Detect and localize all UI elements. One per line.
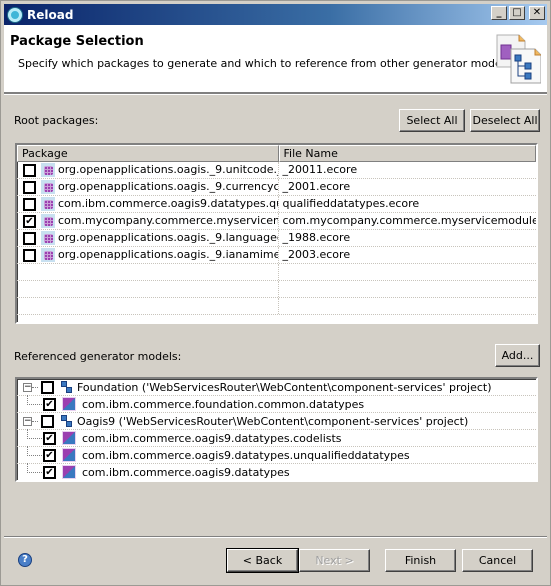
file-name-cell: com.mycompany.commerce.myservicemodulena… bbox=[282, 214, 537, 227]
package-cell: org.openapplications.oagis._9.languageco… bbox=[17, 230, 279, 246]
package-icon bbox=[41, 231, 55, 245]
deselect-all-button[interactable]: Deselect All bbox=[470, 109, 540, 132]
package-cell: ✔ com.mycompany.commerce.myservicemod... bbox=[17, 213, 279, 229]
minimize-button[interactable]: _ bbox=[491, 6, 507, 20]
package-checkbox[interactable] bbox=[23, 197, 36, 211]
file-name-cell: _20011.ecore bbox=[282, 163, 358, 176]
close-button[interactable]: ✕ bbox=[529, 6, 545, 20]
tree-node-package[interactable]: ✔ com.ibm.commerce.oagis9.datatypes.codel… bbox=[17, 429, 536, 447]
page-description: Specify which packages to generate and w… bbox=[18, 57, 511, 70]
package-icon bbox=[41, 180, 55, 194]
file-name-cell: qualifieddatatypes.ecore bbox=[282, 197, 420, 210]
gen-package-icon bbox=[62, 431, 76, 445]
model-checkbox[interactable] bbox=[41, 414, 54, 428]
package-label: com.ibm.commerce.oagis9.datatypes bbox=[82, 465, 290, 479]
table-row[interactable]: org.openapplications.oagis._9.languageco… bbox=[17, 230, 536, 247]
package-label: com.ibm.commerce.foundation.common.datat… bbox=[82, 397, 365, 411]
model-checkbox[interactable] bbox=[41, 380, 54, 394]
tree-node-package[interactable]: ✔ com.ibm.commerce.oagis9.datatypes.unqua… bbox=[17, 446, 536, 464]
package-name: org.openapplications.oagis._9.currencyco… bbox=[58, 180, 279, 193]
root-packages-label: Root packages: bbox=[14, 114, 99, 127]
referenced-models-tree[interactable]: − Foundation ('WebServicesRouter\WebConte… bbox=[15, 377, 538, 482]
package-name: com.ibm.commerce.oagis9.datatypes.quali.… bbox=[58, 197, 278, 210]
package-checkbox[interactable]: ✔ bbox=[43, 465, 56, 479]
page-title: Package Selection bbox=[10, 34, 144, 49]
table-row[interactable]: com.ibm.commerce.oagis9.datatypes.quali.… bbox=[17, 196, 536, 213]
package-checkbox[interactable] bbox=[23, 231, 36, 245]
table-row[interactable]: org.openapplications.oagis._9.ianamime.m… bbox=[17, 247, 536, 264]
tree-node-package[interactable]: ✔ com.ibm.commerce.foundation.common.data… bbox=[17, 395, 536, 413]
footer-separator bbox=[4, 536, 547, 538]
root-packages-table[interactable]: Package File Name org.openapplications.o… bbox=[15, 143, 538, 324]
package-cell: org.openapplications.oagis._9.ianamime.m… bbox=[17, 247, 279, 263]
maximize-button[interactable]: □ bbox=[509, 6, 525, 20]
table-header: Package File Name bbox=[17, 145, 536, 162]
tree-node-model[interactable]: − Oagis9 ('WebServicesRouter\WebContent\c… bbox=[17, 413, 536, 430]
column-header-package[interactable]: Package bbox=[17, 145, 279, 162]
reload-dialog: Reload _ □ ✕ Package Selection Specify w… bbox=[0, 0, 551, 586]
header-separator bbox=[4, 93, 547, 95]
file-name-cell: _1988.ecore bbox=[282, 231, 351, 244]
package-name: org.openapplications.oagis._9.ianamime.m… bbox=[58, 248, 278, 261]
cancel-button[interactable]: Cancel bbox=[462, 549, 533, 572]
package-label: com.ibm.commerce.oagis9.datatypes.codeli… bbox=[82, 431, 342, 445]
table-row[interactable]: org.openapplications.oagis._9.unitcode._… bbox=[17, 162, 536, 179]
package-checkbox[interactable]: ✔ bbox=[43, 431, 56, 445]
generator-model-icon bbox=[59, 380, 73, 394]
window-title: Reload bbox=[27, 7, 74, 22]
package-checkbox[interactable]: ✔ bbox=[43, 448, 56, 462]
finish-button[interactable]: Finish bbox=[385, 549, 456, 572]
collapse-icon[interactable]: − bbox=[23, 382, 32, 392]
next-button[interactable]: Next > bbox=[299, 549, 370, 572]
title-bar[interactable]: Reload _ □ ✕ bbox=[4, 4, 547, 25]
gen-package-icon bbox=[62, 465, 76, 479]
package-wizard-icon bbox=[496, 34, 541, 84]
help-icon[interactable]: ? bbox=[18, 553, 32, 567]
model-label: Oagis9 ('WebServicesRouter\WebContent\co… bbox=[77, 414, 469, 428]
collapse-icon[interactable]: − bbox=[23, 416, 32, 426]
package-icon bbox=[41, 197, 55, 211]
package-checkbox[interactable] bbox=[23, 163, 36, 177]
generator-model-icon bbox=[59, 414, 73, 428]
table-row[interactable]: org.openapplications.oagis._9.currencyco… bbox=[17, 179, 536, 196]
package-name: com.mycompany.commerce.myservicemod... bbox=[58, 214, 278, 227]
add-button[interactable]: Add... bbox=[495, 344, 540, 367]
select-all-button[interactable]: Select All bbox=[399, 109, 465, 132]
package-cell: com.ibm.commerce.oagis9.datatypes.quali.… bbox=[17, 196, 279, 212]
package-checkbox[interactable]: ✔ bbox=[43, 397, 56, 411]
table-row[interactable]: ✔ com.mycompany.commerce.myservicemod... c… bbox=[17, 213, 536, 230]
package-icon bbox=[41, 163, 55, 177]
column-header-file-name[interactable]: File Name bbox=[278, 145, 536, 162]
package-checkbox[interactable]: ✔ bbox=[23, 214, 36, 228]
package-label: com.ibm.commerce.oagis9.datatypes.unqual… bbox=[82, 448, 410, 462]
package-name: org.openapplications.oagis._9.languageco… bbox=[58, 231, 279, 244]
tree-node-package[interactable]: ✔ com.ibm.commerce.oagis9.datatypes bbox=[17, 463, 536, 480]
package-cell: org.openapplications.oagis._9.currencyco… bbox=[17, 179, 279, 195]
package-cell: org.openapplications.oagis._9.unitcode._… bbox=[17, 162, 279, 178]
gen-package-icon bbox=[62, 397, 76, 411]
package-name: org.openapplications.oagis._9.unitcode._… bbox=[58, 163, 279, 176]
referenced-models-label: Referenced generator models: bbox=[14, 350, 182, 363]
model-label: Foundation ('WebServicesRouter\WebConten… bbox=[77, 380, 492, 394]
tree-node-model[interactable]: − Foundation ('WebServicesRouter\WebConte… bbox=[17, 379, 536, 396]
file-name-cell: _2003.ecore bbox=[282, 248, 351, 261]
package-icon bbox=[41, 248, 55, 262]
package-checkbox[interactable] bbox=[23, 180, 36, 194]
gen-package-icon bbox=[62, 448, 76, 462]
package-checkbox[interactable] bbox=[23, 248, 36, 262]
back-button[interactable]: < Back bbox=[226, 548, 299, 573]
package-icon bbox=[41, 214, 55, 228]
file-name-cell: _2001.ecore bbox=[282, 180, 351, 193]
wizard-header: Package Selection Specify which packages… bbox=[4, 25, 547, 93]
app-icon bbox=[8, 7, 22, 22]
